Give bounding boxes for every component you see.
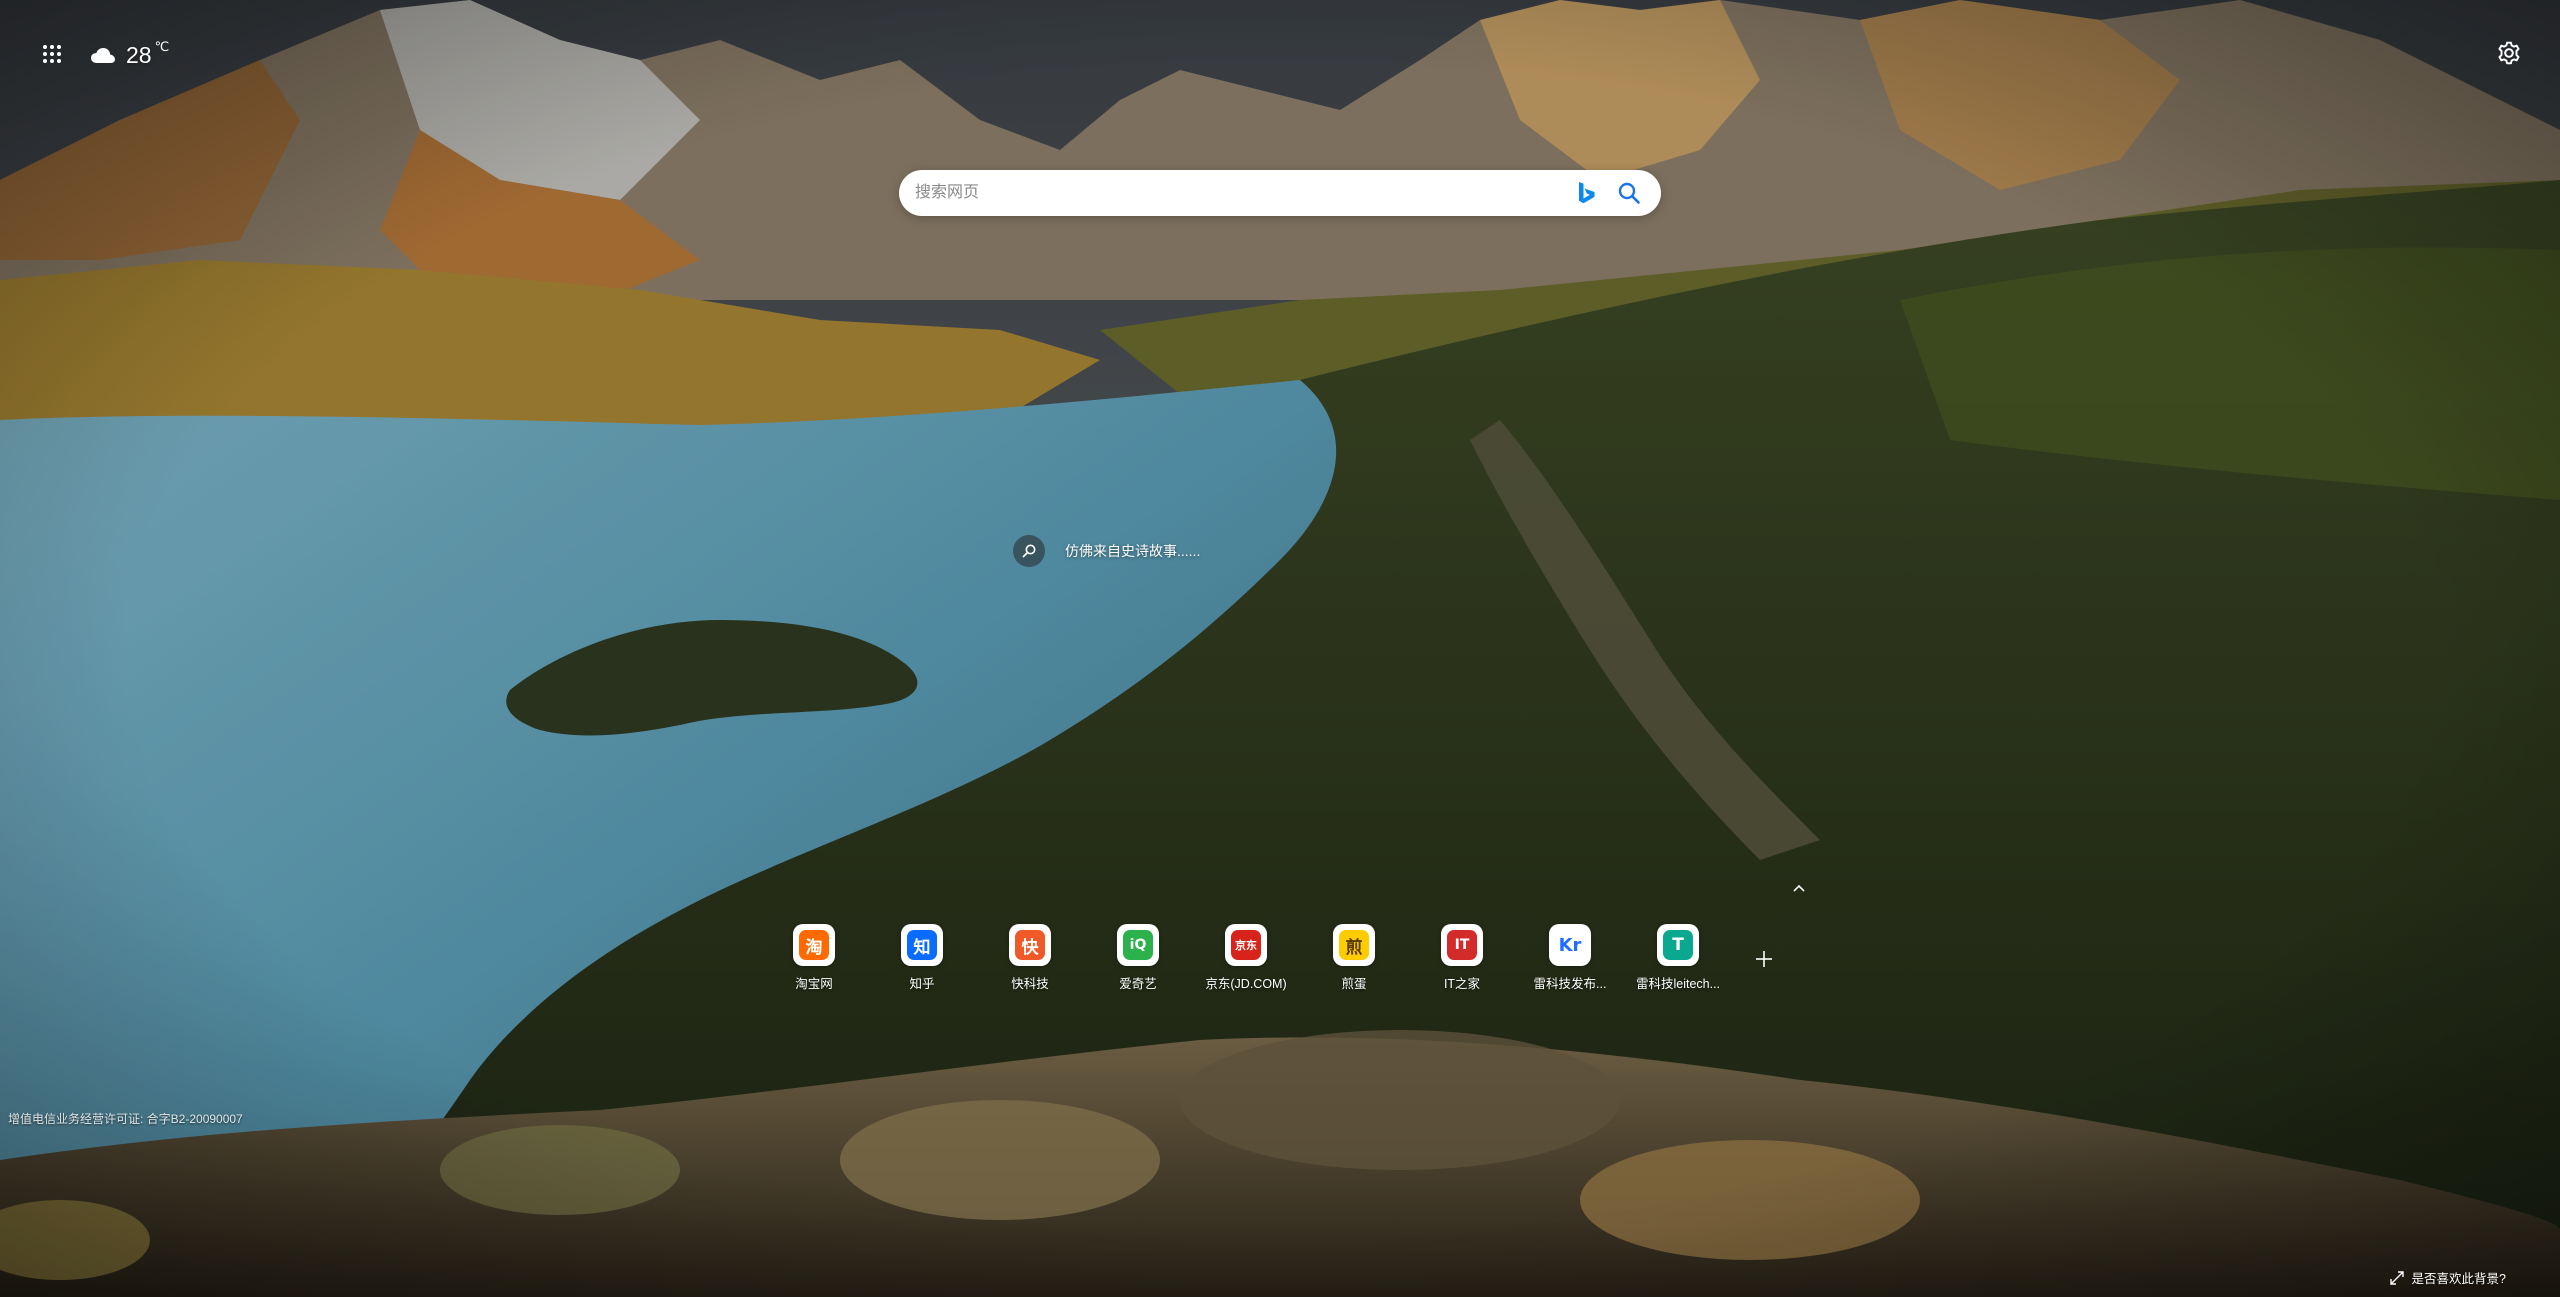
- weather-temperature: 28: [126, 41, 152, 68]
- gear-icon[interactable]: [2496, 40, 2522, 66]
- shortcut-label: 雷科技leitech...: [1635, 977, 1721, 991]
- bing-logo-icon[interactable]: [1575, 181, 1597, 205]
- leitech-icon: T: [1663, 930, 1693, 960]
- shortcut-zhihu[interactable]: 知 知乎: [868, 924, 976, 994]
- shortcut-tile: Kr: [1549, 924, 1591, 966]
- shortcut-label: 淘宝网: [795, 977, 833, 991]
- iqiyi-icon: iQ: [1123, 930, 1153, 960]
- shortcut-tile: 京东: [1225, 924, 1267, 966]
- shortcut-label: 京东(JD.COM): [1205, 977, 1287, 991]
- wallpaper-feedback[interactable]: 是否喜欢此背景?: [2389, 1268, 2506, 1287]
- taobao-icon: 淘: [799, 930, 829, 960]
- license-text: 增值电信业务经营许可证: 合字B2-20090007: [8, 1112, 243, 1126]
- shortcut-label: 雷科技发布...: [1533, 977, 1607, 991]
- shortcut-tile: iQ: [1117, 924, 1159, 966]
- shortcut-tile: IT: [1441, 924, 1483, 966]
- jd-icon: 京东: [1231, 930, 1261, 960]
- shortcut-jandan[interactable]: 煎 煎蛋: [1300, 924, 1408, 994]
- search-bar: [899, 170, 1661, 216]
- new-tab-page: 28 ℃ 仿佛来自史诗故事......: [0, 0, 2560, 1297]
- cloud-icon: [91, 48, 115, 63]
- shortcut-leitech[interactable]: T 雷科技leitech...: [1624, 924, 1732, 994]
- search-icon[interactable]: [1617, 181, 1641, 205]
- shortcut-label: 快科技: [1011, 977, 1049, 991]
- search-icon: [1013, 535, 1045, 567]
- wallpaper-story-text: 仿佛来自史诗故事......: [1065, 543, 1201, 559]
- shortcut-label: 知乎: [909, 977, 935, 991]
- shortcut-leikeji-release[interactable]: Kr 雷科技发布...: [1516, 924, 1624, 994]
- shortcut-label: IT之家: [1443, 977, 1481, 991]
- shortcut-label: 煎蛋: [1341, 977, 1367, 991]
- shortcut-list: 淘 淘宝网 知 知乎 快 快科技 iQ 爱奇艺 京东 京东(JD.COM) 煎 …: [760, 924, 1732, 994]
- plus-icon[interactable]: [1752, 947, 1776, 971]
- search-input[interactable]: [899, 172, 1575, 214]
- kuaikeji-icon: 快: [1015, 930, 1045, 960]
- shortcut-tile: T: [1657, 924, 1699, 966]
- shortcut-label: 爱奇艺: [1119, 977, 1157, 991]
- shortcut-taobao[interactable]: 淘 淘宝网: [760, 924, 868, 994]
- weather-widget[interactable]: 28 ℃: [90, 38, 169, 72]
- ithome-icon: IT: [1447, 930, 1477, 960]
- 36kr-icon: Kr: [1555, 930, 1585, 960]
- zhihu-icon: 知: [907, 930, 937, 960]
- apps-grid-icon[interactable]: [40, 42, 64, 66]
- chevron-up-icon[interactable]: [1791, 881, 1807, 895]
- expand-icon: [2389, 1270, 2404, 1285]
- shortcut-tile: 淘: [793, 924, 835, 966]
- wallpaper-feedback-text: 是否喜欢此背景?: [2411, 1272, 2506, 1286]
- jandan-icon: 煎: [1339, 930, 1369, 960]
- shortcut-ithome[interactable]: IT IT之家: [1408, 924, 1516, 994]
- shortcut-iqiyi[interactable]: iQ 爱奇艺: [1084, 924, 1192, 994]
- weather-unit: ℃: [154, 39, 170, 54]
- shortcut-jd[interactable]: 京东 京东(JD.COM): [1192, 924, 1300, 994]
- shortcut-tile: 快: [1009, 924, 1051, 966]
- shortcut-tile: 煎: [1333, 924, 1375, 966]
- shortcut-kuaikeji[interactable]: 快 快科技: [976, 924, 1084, 994]
- shortcut-tile: 知: [901, 924, 943, 966]
- wallpaper-story-link[interactable]: 仿佛来自史诗故事......: [1013, 535, 1200, 567]
